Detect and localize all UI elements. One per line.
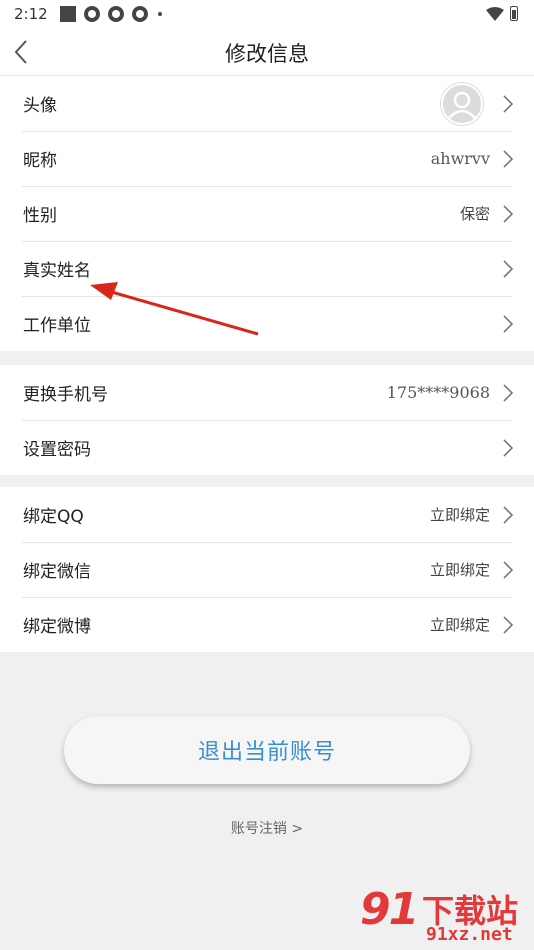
profile-group: 头像 昵称 ahwrvv 性别 保密 真实姓名 工作单位 — [0, 76, 534, 351]
row-label: 绑定微信 — [23, 562, 91, 582]
battery-icon — [510, 6, 518, 21]
chevron-right-icon — [503, 314, 514, 333]
chevron-right-icon — [503, 259, 514, 278]
chevron-right-icon — [503, 560, 514, 579]
row-label: 性别 — [23, 206, 57, 226]
chevron-right-icon — [503, 94, 514, 113]
row-value: 立即绑定 — [429, 506, 490, 524]
status-time: 2:12 — [14, 5, 48, 23]
row-value: 立即绑定 — [429, 616, 490, 634]
row-label: 更换手机号 — [23, 385, 108, 405]
watermark-brand-digits: 91 — [360, 884, 419, 935]
page-title: 修改信息 — [225, 42, 309, 66]
row-label: 真实姓名 — [23, 261, 91, 281]
chevron-right-icon — [503, 383, 514, 402]
row-real-name[interactable]: 真实姓名 — [0, 241, 534, 296]
title-bar: 修改信息 — [0, 28, 534, 76]
row-bind-weibo[interactable]: 绑定微博 立即绑定 — [0, 597, 534, 652]
chevron-right-icon — [503, 438, 514, 457]
row-work-unit[interactable]: 工作单位 — [0, 296, 534, 351]
row-nickname[interactable]: 昵称 ahwrvv — [0, 131, 534, 186]
row-avatar[interactable]: 头像 — [0, 76, 534, 131]
chevron-right-icon — [503, 615, 514, 634]
chevron-right-icon — [503, 505, 514, 524]
row-value: 立即绑定 — [429, 561, 490, 579]
logout-button[interactable]: 退出当前账号 — [64, 716, 470, 784]
row-value: 175****9068 — [386, 383, 490, 402]
watermark-logo: 91 下载站 91xz.net — [360, 884, 530, 948]
cancel-account-link[interactable]: 账号注销 > — [0, 818, 534, 838]
row-value: ahwrvv — [430, 149, 490, 168]
notification-app-icon — [107, 6, 124, 22]
watermark-url: 91xz.net — [426, 924, 513, 945]
row-value: 保密 — [459, 205, 490, 223]
security-group: 更换手机号 175****9068 设置密码 — [0, 365, 534, 475]
row-label: 头像 — [23, 96, 57, 116]
binding-group: 绑定QQ 立即绑定 绑定微信 立即绑定 绑定微博 立即绑定 — [0, 487, 534, 652]
user-avatar-icon — [441, 82, 483, 125]
notification-app-icon — [83, 6, 100, 22]
row-label: 昵称 — [23, 151, 57, 171]
row-set-password[interactable]: 设置密码 — [0, 420, 534, 475]
row-bind-wechat[interactable]: 绑定微信 立即绑定 — [0, 542, 534, 597]
more-notifications-dot-icon — [157, 12, 162, 16]
notification-app-icon — [131, 6, 148, 22]
row-label: 绑定QQ — [23, 507, 84, 527]
notification-square-icon — [59, 6, 76, 22]
status-right — [486, 6, 518, 21]
row-label: 绑定微博 — [23, 617, 91, 637]
row-bind-qq[interactable]: 绑定QQ 立即绑定 — [0, 487, 534, 542]
wifi-icon — [486, 6, 504, 21]
row-gender[interactable]: 性别 保密 — [0, 186, 534, 241]
avatar — [440, 81, 484, 126]
chevron-right-icon — [503, 149, 514, 168]
row-label: 设置密码 — [23, 440, 91, 460]
row-change-phone[interactable]: 更换手机号 175****9068 — [0, 365, 534, 420]
status-bar: 2:12 — [0, 0, 534, 28]
row-label: 工作单位 — [23, 316, 91, 336]
chevron-right-icon — [503, 204, 514, 223]
